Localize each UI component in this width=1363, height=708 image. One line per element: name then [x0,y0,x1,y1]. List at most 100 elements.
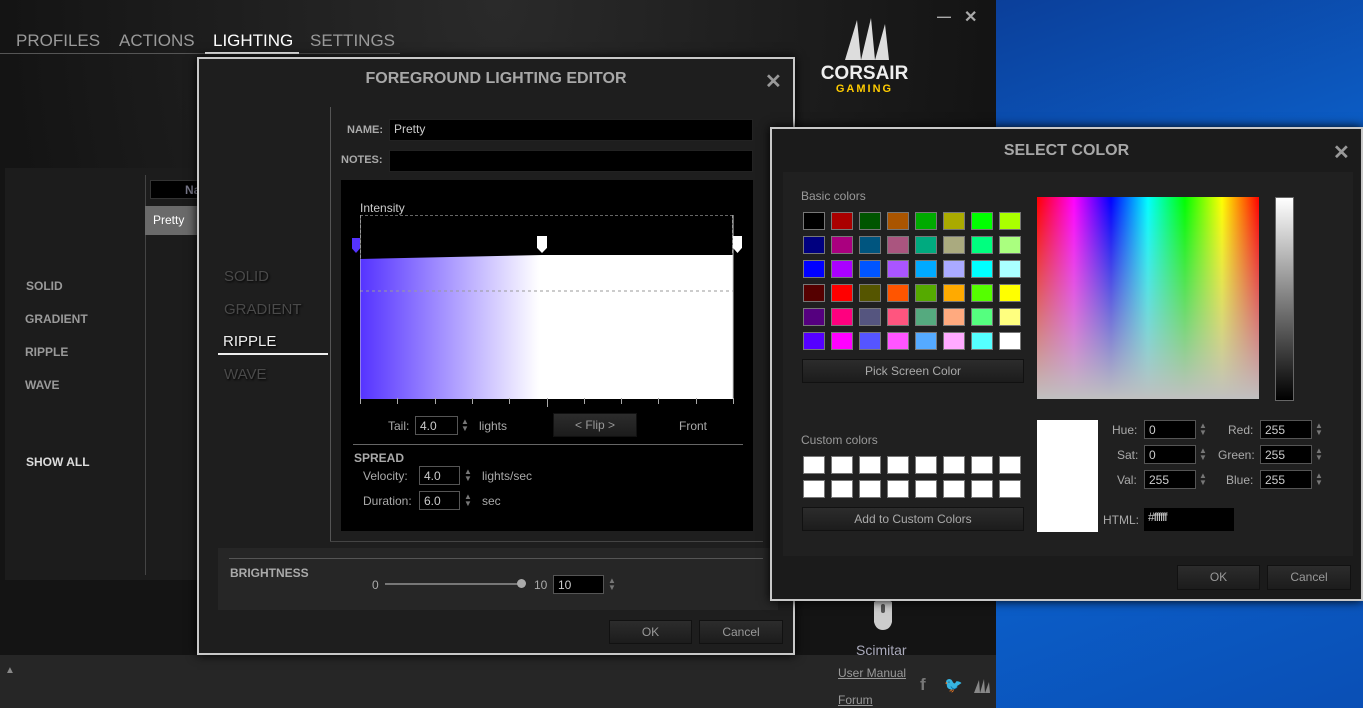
name-input[interactable]: Pretty [389,119,753,141]
basic-color-swatch[interactable] [971,284,993,302]
basic-color-swatch[interactable] [943,260,965,278]
device-name[interactable]: Scimitar [856,642,907,658]
basic-color-swatch[interactable] [831,260,853,278]
mouse-device-icon[interactable] [870,598,896,632]
brightness-input[interactable]: 10 [553,575,604,594]
basic-color-swatch[interactable] [831,284,853,302]
basic-color-swatch[interactable] [887,212,909,230]
value-slider[interactable] [1275,197,1294,401]
basic-color-swatch[interactable] [915,236,937,254]
mode-solid[interactable]: SOLID [26,279,63,293]
name-column-header[interactable]: Na [150,180,200,199]
tab-actions[interactable]: ACTIONS [119,31,195,51]
basic-color-swatch[interactable] [859,236,881,254]
tab-profiles[interactable]: PROFILES [16,31,100,51]
basic-color-swatch[interactable] [915,284,937,302]
editor-mode-solid[interactable]: SOLID [224,268,269,285]
basic-color-swatch[interactable] [943,284,965,302]
basic-color-swatch[interactable] [803,284,825,302]
brightness-spinner[interactable]: ▲ ▼ [608,577,616,592]
editor-mode-gradient[interactable]: GRADIENT [224,301,302,318]
twitter-icon[interactable]: 🐦 [944,676,963,694]
custom-color-swatch[interactable] [831,480,853,498]
basic-color-swatch[interactable] [943,308,965,326]
select-color-ok-button[interactable]: OK [1177,565,1260,590]
basic-color-swatch[interactable] [999,212,1021,230]
val-spinner[interactable]: ▲ ▼ [1199,472,1207,487]
custom-color-swatch[interactable] [915,456,937,474]
tab-lighting[interactable]: LIGHTING [213,31,293,51]
mode-ripple[interactable]: RIPPLE [25,345,68,359]
user-manual-link[interactable]: User Manual [838,666,906,680]
basic-color-swatch[interactable] [943,236,965,254]
basic-color-swatch[interactable] [915,260,937,278]
basic-color-swatch[interactable] [859,332,881,350]
basic-color-swatch[interactable] [803,212,825,230]
close-window-button[interactable]: ✕ [964,7,977,27]
custom-color-swatch[interactable] [859,480,881,498]
basic-color-swatch[interactable] [971,308,993,326]
basic-color-swatch[interactable] [859,284,881,302]
basic-color-swatch[interactable] [803,260,825,278]
basic-color-swatch[interactable] [803,308,825,326]
basic-color-swatch[interactable] [971,236,993,254]
add-to-custom-colors-button[interactable]: Add to Custom Colors [802,507,1024,531]
expand-arrow-icon[interactable]: ▲ [5,665,15,676]
basic-color-swatch[interactable] [887,308,909,326]
editor-mode-wave[interactable]: WAVE [224,366,267,383]
blue-input[interactable]: 255 [1260,470,1312,489]
basic-color-swatch[interactable] [971,212,993,230]
select-color-close-button[interactable]: ✕ [1333,140,1350,165]
custom-color-swatch[interactable] [999,480,1021,498]
duration-input[interactable]: 6.0 [419,491,460,510]
velocity-spinner[interactable]: ▲ ▼ [464,468,472,483]
custom-color-swatch[interactable] [943,456,965,474]
show-all-button[interactable]: SHOW ALL [26,455,90,469]
basic-color-swatch[interactable] [887,284,909,302]
forum-link[interactable]: Forum [838,693,873,707]
custom-color-swatch[interactable] [887,480,909,498]
tail-input[interactable]: 4.0 [415,416,458,435]
basic-color-swatch[interactable] [831,308,853,326]
custom-color-swatch[interactable] [803,480,825,498]
basic-color-swatch[interactable] [999,284,1021,302]
sat-spinner[interactable]: ▲ ▼ [1199,447,1207,462]
basic-color-swatch[interactable] [943,332,965,350]
green-spinner[interactable]: ▲ ▼ [1315,447,1323,462]
basic-color-swatch[interactable] [831,332,853,350]
hue-input[interactable]: 0 [1144,420,1196,439]
minimize-button[interactable]: — [937,8,951,24]
basic-color-swatch[interactable] [859,308,881,326]
blue-spinner[interactable]: ▲ ▼ [1315,472,1323,487]
color-spectrum[interactable] [1037,197,1259,399]
tail-spinner[interactable]: ▲ ▼ [461,418,469,433]
editor-close-button[interactable]: ✕ [765,69,782,94]
pick-screen-color-button[interactable]: Pick Screen Color [802,359,1024,383]
corsair-sails-icon[interactable] [972,678,992,694]
tab-settings[interactable]: SETTINGS [310,31,395,51]
red-spinner[interactable]: ▲ ▼ [1315,422,1323,437]
notes-input[interactable] [389,150,753,172]
basic-color-swatch[interactable] [831,236,853,254]
duration-spinner[interactable]: ▲ ▼ [464,493,472,508]
mode-wave[interactable]: WAVE [25,378,59,392]
basic-color-swatch[interactable] [887,236,909,254]
basic-color-swatch[interactable] [999,308,1021,326]
val-input[interactable]: 255 [1144,470,1196,489]
custom-color-swatch[interactable] [831,456,853,474]
custom-color-swatch[interactable] [915,480,937,498]
mode-gradient[interactable]: GRADIENT [25,312,88,326]
lighting-list-item[interactable]: Pretty [145,206,197,235]
custom-color-swatch[interactable] [971,456,993,474]
flip-button[interactable]: < Flip > [553,413,637,437]
basic-color-swatch[interactable] [887,260,909,278]
custom-color-swatch[interactable] [887,456,909,474]
hue-spinner[interactable]: ▲ ▼ [1199,422,1207,437]
custom-color-swatch[interactable] [803,456,825,474]
basic-color-swatch[interactable] [971,332,993,350]
basic-color-swatch[interactable] [859,212,881,230]
basic-color-swatch[interactable] [915,212,937,230]
custom-color-swatch[interactable] [859,456,881,474]
basic-color-swatch[interactable] [803,236,825,254]
basic-color-swatch[interactable] [943,212,965,230]
